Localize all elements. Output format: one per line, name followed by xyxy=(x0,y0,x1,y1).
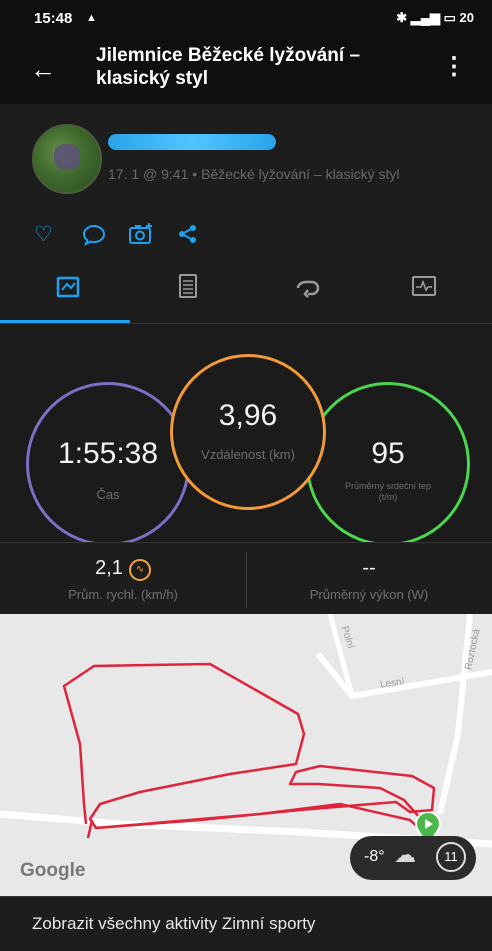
signal-icon: ▂▄▆ xyxy=(410,10,440,25)
avatar[interactable] xyxy=(32,124,102,194)
metrics-divider xyxy=(246,552,247,608)
heart-rate-stat: 95 Průměrný srdeční tep (t/m) xyxy=(306,382,470,546)
avg-speed-value-row: 2,1 ∿ xyxy=(0,557,246,581)
map-road-roztocka xyxy=(437,614,473,815)
page-title: Jilemnice Běžecké lyžování – klasický st… xyxy=(96,45,361,89)
avg-speed-label: Prům. rychl. (km/h) xyxy=(68,587,178,602)
activity-header: 17. 1 @ 9:41 • Běžecké lyžování – klasic… xyxy=(0,104,492,213)
speed-gauge-icon: ∿ xyxy=(128,559,151,581)
heart-icon[interactable]: ♡ xyxy=(34,222,53,247)
battery-level: 20 xyxy=(459,10,474,25)
status-time: 15:48 xyxy=(34,10,73,27)
avg-power-value: -- xyxy=(362,557,376,579)
action-bar: ♡ xyxy=(0,212,492,259)
footer-link-row[interactable]: Zobrazit všechny aktivity Zimní sporty xyxy=(0,896,492,951)
avg-power: -- Průměrný výkon (W) xyxy=(246,543,492,615)
avg-speed: 2,1 ∿ Prům. rychl. (km/h) xyxy=(0,543,246,615)
bluetooth-icon: ✱ xyxy=(396,10,408,25)
stats-tab-icon[interactable] xyxy=(38,270,98,306)
distance-label: Vzdálenost (km) xyxy=(201,447,295,462)
distance-value: 3,96 xyxy=(218,399,278,432)
summary-stats: 1:55:38 Čas 95 Průměrný srdeční tep (t/m… xyxy=(0,324,492,546)
avg-speed-value: 2,1 xyxy=(95,557,123,579)
heart-rate-value: 95 xyxy=(371,437,405,470)
all-activities-link[interactable]: Zobrazit všechny aktivity Zimní sporty xyxy=(32,914,315,934)
time-stat: 1:55:38 Čas xyxy=(26,382,190,546)
chart-tab-icon[interactable] xyxy=(394,270,454,306)
more-vert-icon[interactable]: ⋮ xyxy=(442,52,466,81)
app-bar: ← Jilemnice Běžecké lyžování – klasický … xyxy=(0,36,492,105)
time-value: 1:55:38 xyxy=(57,437,159,470)
time-label: Čas xyxy=(96,487,120,502)
status-right: ✱ ▂▄▆ ▭ 20 xyxy=(396,10,474,26)
weather-widget[interactable]: -8° ☁ 11 xyxy=(350,836,476,880)
status-bar: 15:48 ▲ ✱ ▂▄▆ ▭ 20 xyxy=(0,0,492,36)
camera-icon[interactable] xyxy=(128,222,154,246)
distance-stat: 3,96 Vzdálenost (km) xyxy=(170,354,326,510)
battery-icon: ▭ xyxy=(443,10,456,25)
laps-tab-icon[interactable] xyxy=(278,270,338,306)
avg-power-label: Průměrný výkon (W) xyxy=(309,587,429,602)
navigation-status-icon: ▲ xyxy=(86,12,97,24)
weather-temperature: -8° xyxy=(364,848,385,865)
google-logo: Google xyxy=(20,860,86,881)
activity-subtitle: 17. 1 @ 9:41 • Běžecké lyžování – klasic… xyxy=(108,166,400,182)
share-icon[interactable] xyxy=(178,224,198,244)
username-redacted[interactable] xyxy=(108,134,276,150)
comment-icon[interactable] xyxy=(82,224,106,246)
details-tab-icon[interactable] xyxy=(158,270,218,306)
wind-indicator: 11 xyxy=(436,842,466,872)
tab-bar xyxy=(0,258,492,324)
back-arrow-icon[interactable]: ← xyxy=(30,54,56,85)
route-map[interactable]: Polní Lesní Roztocká Google -8° ☁ 11 xyxy=(0,614,492,896)
weather-cloud-icon: ☁ xyxy=(394,842,416,867)
heart-rate-label: Průměrný srdeční tep (t/m) xyxy=(344,481,432,502)
